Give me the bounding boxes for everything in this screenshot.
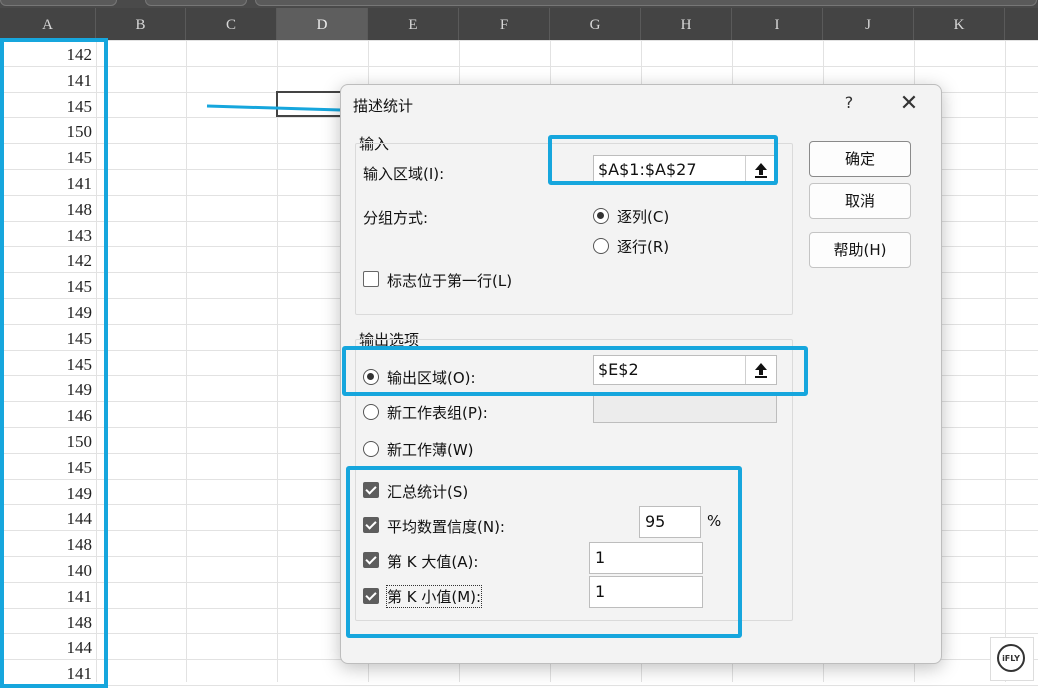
column-header-f[interactable]: F xyxy=(459,8,550,40)
column-header-h[interactable]: H xyxy=(641,8,732,40)
dialog-title: 描述统计 xyxy=(353,97,414,115)
column-header-b[interactable]: B xyxy=(96,8,186,40)
output-range-highlight xyxy=(342,346,808,396)
column-a-highlight xyxy=(0,38,108,688)
close-icon[interactable]: ✕ xyxy=(897,93,921,117)
help-button[interactable]: 帮助(H) xyxy=(809,232,911,268)
logo-text: iFLY xyxy=(997,644,1025,672)
new-workbook-label[interactable]: 新工作薄(W) xyxy=(387,439,474,460)
formula-bar-strip xyxy=(0,0,1038,8)
column-header-d[interactable]: D xyxy=(277,8,368,40)
labels-first-row-checkbox[interactable] xyxy=(363,271,379,287)
column-header-g[interactable]: G xyxy=(550,8,641,40)
column-header-a[interactable]: A xyxy=(0,8,96,40)
grouping-label: 分组方式: xyxy=(363,209,429,227)
column-header-k[interactable]: K xyxy=(914,8,1005,40)
new-worksheet-label[interactable]: 新工作表组(P): xyxy=(387,402,488,423)
column-header-row: A B C D E F G H I J K xyxy=(0,8,1038,40)
column-header-e[interactable]: E xyxy=(368,8,459,40)
column-header-i[interactable]: I xyxy=(732,8,823,40)
group-by-row-label[interactable]: 逐行(R) xyxy=(617,236,669,257)
new-worksheet-radio[interactable] xyxy=(363,404,379,420)
input-range-highlight xyxy=(548,135,778,185)
ok-button[interactable]: 确定 xyxy=(809,141,911,177)
column-header-c[interactable]: C xyxy=(186,8,277,40)
column-header-j[interactable]: J xyxy=(823,8,914,40)
function-buttons[interactable] xyxy=(145,0,247,6)
new-workbook-radio[interactable] xyxy=(363,441,379,457)
group-by-row-radio[interactable] xyxy=(593,238,609,254)
iflytek-logo: iFLY xyxy=(990,637,1034,681)
name-box[interactable] xyxy=(0,0,117,6)
help-icon[interactable]: ? xyxy=(839,93,859,112)
group-by-column-radio[interactable] xyxy=(593,208,609,224)
formula-input[interactable] xyxy=(255,0,1037,6)
input-range-label: 输入区域(I): xyxy=(363,165,445,183)
stats-options-highlight xyxy=(346,466,742,638)
cancel-button[interactable]: 取消 xyxy=(809,183,911,219)
new-worksheet-field[interactable] xyxy=(593,393,777,423)
labels-first-row-label[interactable]: 标志位于第一行(L) xyxy=(387,270,512,291)
group-by-column-label[interactable]: 逐列(C) xyxy=(617,206,669,227)
